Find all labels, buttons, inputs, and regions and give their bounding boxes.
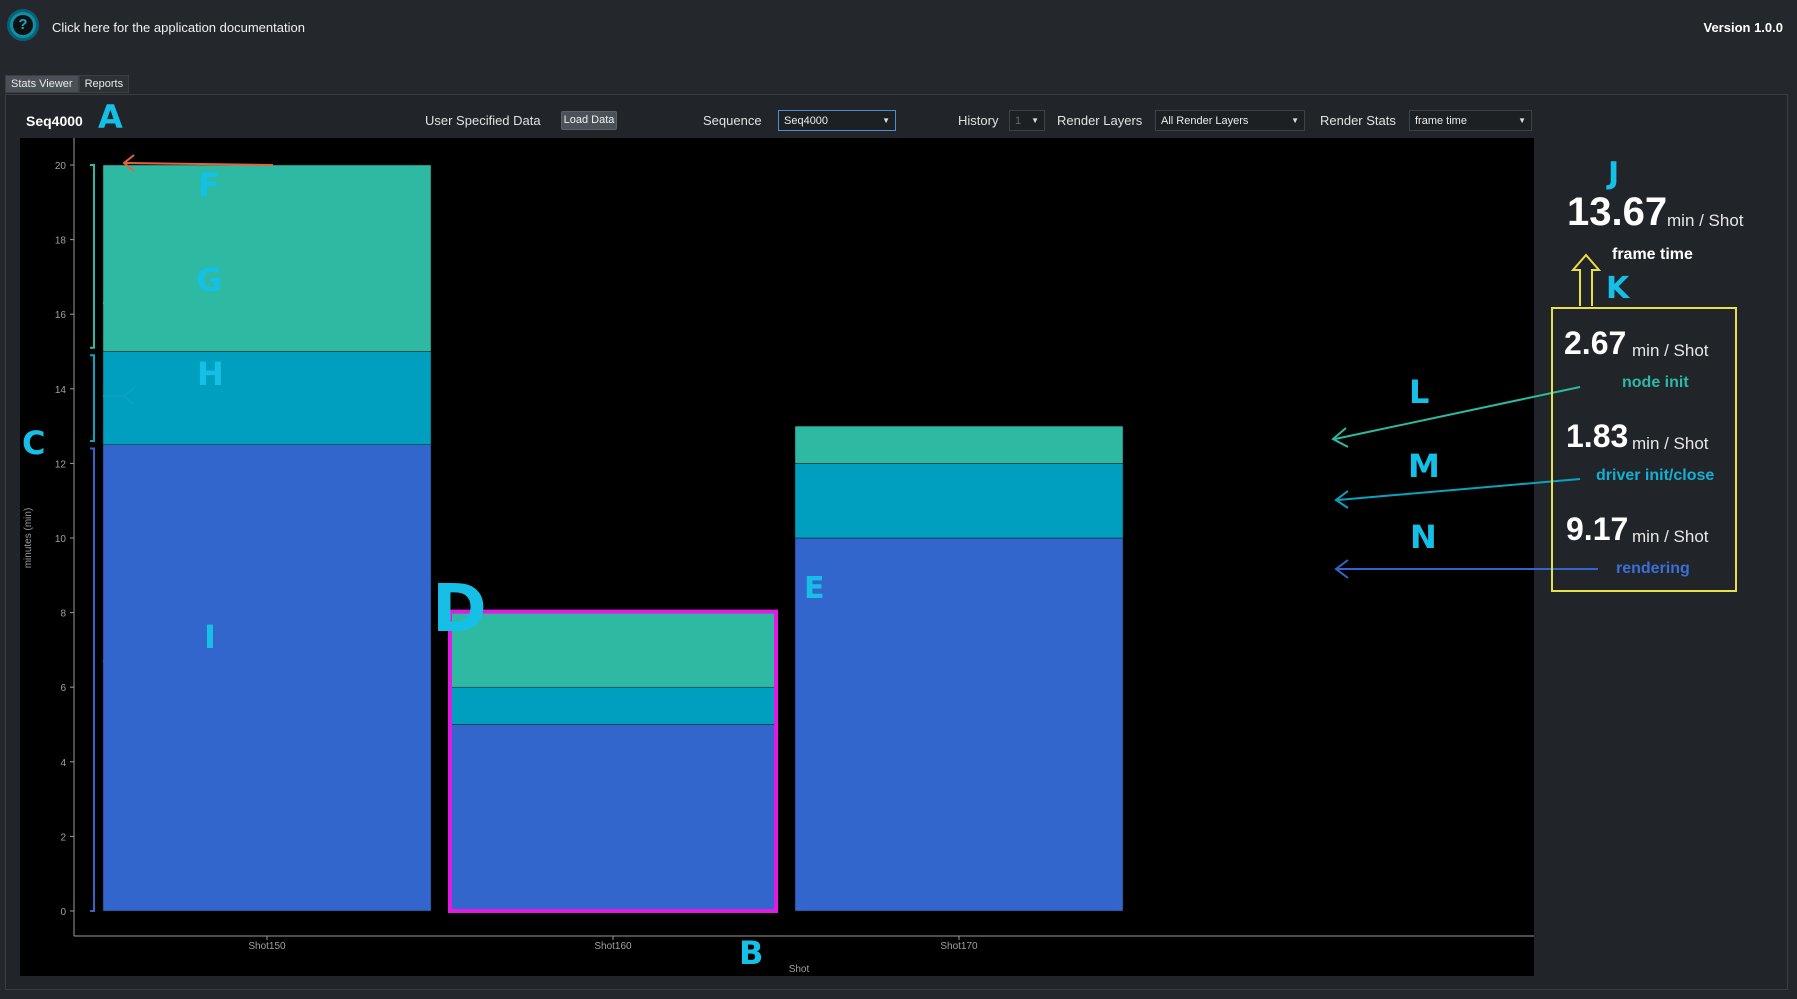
annotation-arrows-overlay: [1331, 253, 1602, 579]
rendering-value: 9.17: [1566, 511, 1629, 547]
driver-init-value: 1.83: [1566, 418, 1629, 454]
rendering-label: rendering: [1616, 560, 1690, 577]
frame-time-label: frame time: [1612, 246, 1693, 263]
node-init-unit: min / Shot: [1632, 341, 1709, 360]
frame-time-unit: min / Shot: [1667, 211, 1744, 230]
arrow-m: [1334, 478, 1581, 509]
node-init-value: 2.67: [1564, 325, 1627, 361]
frame-time-value: 13.67: [1567, 190, 1668, 234]
yellow-up-arrow: [1570, 253, 1602, 306]
node-init-label: node init: [1622, 374, 1689, 391]
driver-init-label: driver init/close: [1596, 467, 1715, 484]
rendering-unit: min / Shot: [1632, 527, 1709, 546]
arrow-l: [1331, 386, 1581, 448]
driver-init-unit: min / Shot: [1632, 434, 1709, 453]
